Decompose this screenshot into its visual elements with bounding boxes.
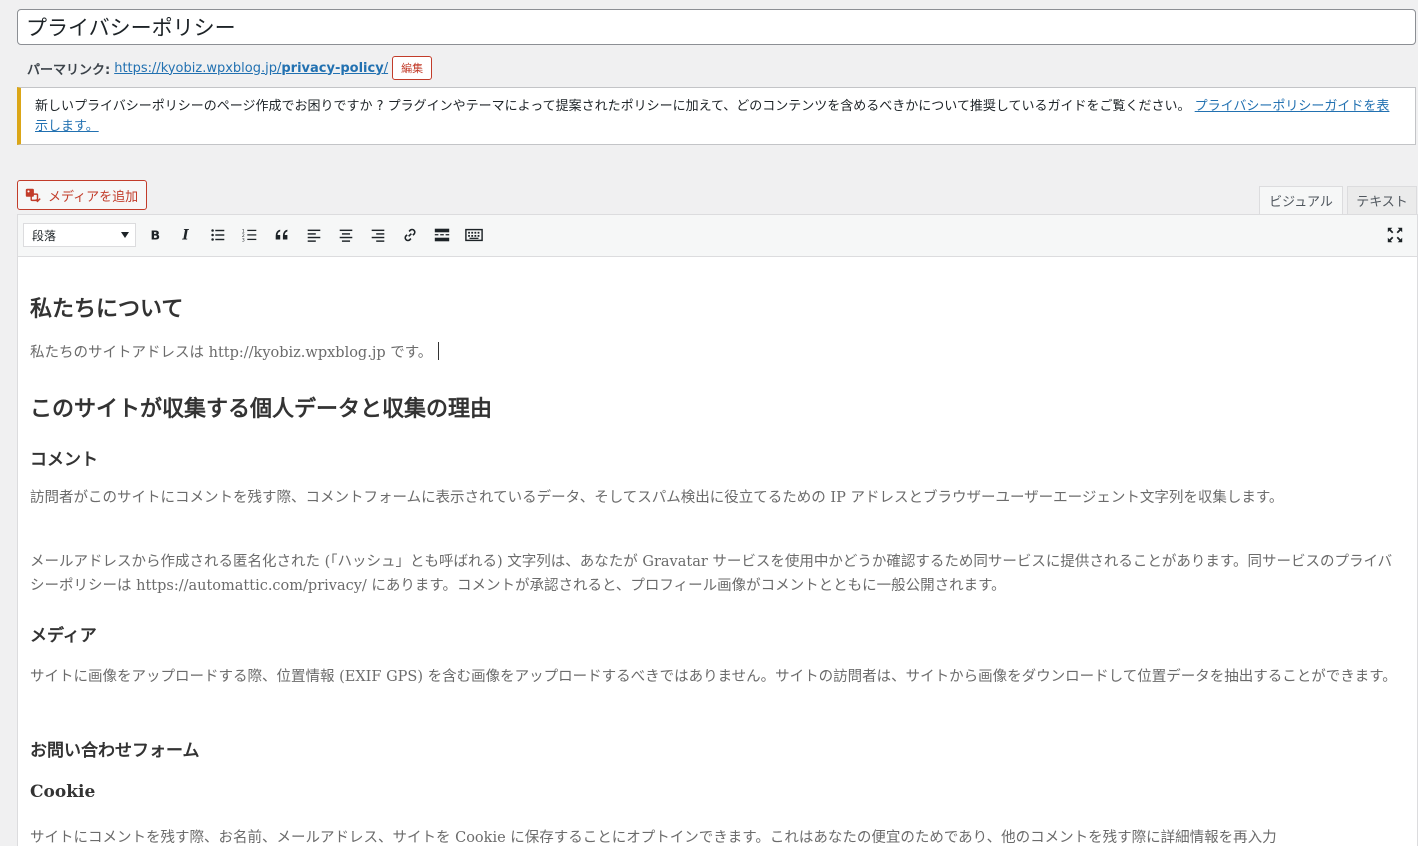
bold-icon[interactable]: B bbox=[144, 224, 166, 246]
permalink-url-trailing: / bbox=[383, 60, 389, 76]
title-field-wrapper bbox=[17, 9, 1416, 45]
svg-text:3: 3 bbox=[242, 237, 245, 243]
permalink-url-base: https://kyobiz.wpxblog.jp/ bbox=[114, 60, 282, 76]
blockquote-icon[interactable] bbox=[271, 224, 293, 246]
permalink-label: パーマリンク: bbox=[27, 62, 111, 78]
add-media-label: メディアを追加 bbox=[48, 189, 139, 205]
italic-icon[interactable]: I bbox=[175, 224, 197, 246]
text-cursor bbox=[438, 342, 440, 360]
link-icon[interactable] bbox=[399, 224, 421, 246]
paragraph-media: サイトに画像をアップロードする際、位置情報 (EXIF GPS) を含む画像をア… bbox=[30, 669, 1397, 685]
align-left-icon[interactable] bbox=[303, 224, 325, 246]
heading-comments: コメント bbox=[30, 450, 98, 470]
read-more-icon[interactable] bbox=[431, 224, 453, 246]
align-right-icon[interactable] bbox=[367, 224, 389, 246]
notice-text: 新しいプライバシーポリシーのページ作成でお困りですか ? プラグインやテーマによ… bbox=[35, 99, 1191, 114]
page: パーマリンク: https://kyobiz.wpxblog.jp/privac… bbox=[0, 0, 1418, 846]
permalink-row: パーマリンク: https://kyobiz.wpxblog.jp/privac… bbox=[27, 56, 433, 80]
paragraph-comments-1: 訪問者がこのサイトにコメントを残す際、コメントフォームに表示されているデータ、そ… bbox=[30, 490, 1284, 506]
post-title-input[interactable] bbox=[26, 13, 1407, 41]
chevron-down-icon bbox=[121, 232, 129, 238]
privacy-guide-notice: 新しいプライバシーポリシーのページ作成でお困りですか ? プラグインやテーマによ… bbox=[17, 87, 1416, 145]
fullscreen-icon[interactable] bbox=[1384, 224, 1406, 246]
format-select[interactable]: 段落 bbox=[23, 223, 136, 247]
heading-contact: お問い合わせフォーム bbox=[30, 741, 200, 761]
paragraph-about: 私たちのサイトアドレスは http://kyobiz.wpxblog.jp です… bbox=[30, 341, 1397, 365]
editor-content[interactable]: 私たちについて 私たちのサイトアドレスは http://kyobiz.wpxbl… bbox=[30, 257, 1397, 846]
heading-media: メディア bbox=[30, 626, 97, 646]
tab-text[interactable]: テキスト bbox=[1347, 186, 1417, 215]
bullet-list-icon[interactable] bbox=[207, 224, 229, 246]
editor-toolbar: 段落 B I 1 2 3 bbox=[18, 215, 1417, 257]
permalink-edit-button[interactable]: 編集 bbox=[392, 56, 433, 80]
heading-collect: このサイトが収集する個人データと収集の理由 bbox=[30, 396, 493, 422]
align-center-icon[interactable] bbox=[335, 224, 357, 246]
heading-about: 私たちについて bbox=[30, 296, 184, 322]
numbered-list-icon[interactable]: 1 2 3 bbox=[239, 224, 261, 246]
svg-text:B: B bbox=[151, 228, 161, 243]
heading-cookie: Cookie bbox=[30, 782, 96, 802]
paragraph-about-text: 私たちのサイトアドレスは http://kyobiz.wpxblog.jp です… bbox=[30, 345, 433, 361]
editor: 段落 B I 1 2 3 私たちについて 私たちのサイトアドレスは http:/… bbox=[17, 214, 1418, 846]
paragraph-cookie: サイトにコメントを残す際、お名前、メールアドレス、サイトを Cookie に保存… bbox=[30, 830, 1277, 846]
paragraph-comments-2: メールアドレスから作成される匿名化された (「ハッシュ」とも呼ばれる) 文字列は… bbox=[30, 554, 1393, 594]
permalink-link[interactable]: https://kyobiz.wpxblog.jp/privacy-policy… bbox=[114, 61, 388, 76]
tab-visual[interactable]: ビジュアル bbox=[1259, 186, 1343, 215]
svg-text:I: I bbox=[181, 228, 189, 244]
toolbar-toggle-icon[interactable] bbox=[463, 224, 485, 246]
add-media-button[interactable]: メディアを追加 bbox=[17, 180, 148, 210]
permalink-url-slug: privacy-policy bbox=[281, 60, 384, 76]
format-select-value: 段落 bbox=[32, 228, 57, 243]
add-media-icon bbox=[25, 188, 41, 203]
